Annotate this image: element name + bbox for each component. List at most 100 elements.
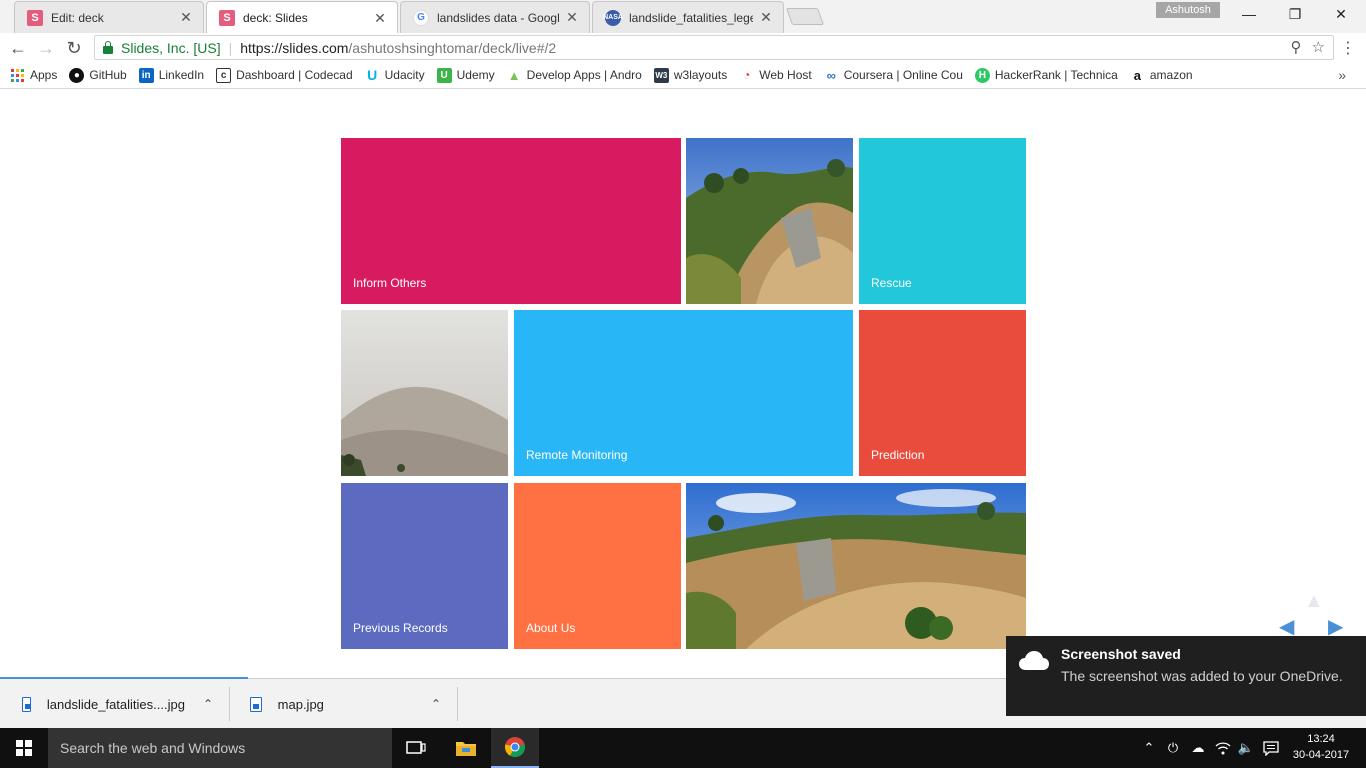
url-host: https://slides.com (240, 39, 349, 56)
bookmark-amazon[interactable]: a amazon (1130, 68, 1193, 83)
reload-icon[interactable]: ↻ (62, 36, 86, 60)
tile-inform-others[interactable]: Inform Others (341, 138, 681, 304)
tab-title: deck: Slides (243, 11, 308, 25)
linkedin-icon: in (138, 67, 154, 83)
star-icon[interactable]: ☆ (1312, 38, 1325, 56)
hackerrank-icon: H (974, 67, 990, 83)
system-clock[interactable]: 13:24 30-04-2017 (1290, 731, 1352, 763)
apps-grid-icon (10, 68, 25, 83)
tab-landslides-data[interactable]: G landslides data - Google ✕ (400, 1, 590, 33)
notification-body: The screenshot was added to your OneDriv… (1061, 668, 1343, 684)
bookmark-linkedin[interactable]: in LinkedIn (138, 67, 204, 83)
tile-remote-monitoring[interactable]: Remote Monitoring (514, 310, 853, 476)
bookmark-udacity[interactable]: U Udacity (365, 67, 425, 83)
bookmark-label: Coursera | Online Cou (843, 68, 963, 82)
onedrive-notification[interactable]: Screenshot saved The screenshot was adde… (1006, 636, 1366, 716)
bookmark-github[interactable]: ● GitHub (69, 67, 127, 83)
close-icon[interactable]: ✕ (565, 9, 579, 26)
close-icon[interactable]: ✕ (373, 10, 387, 27)
onedrive-sync-icon[interactable]: ☁ (1186, 728, 1210, 768)
landslide-wide-photo (686, 483, 1026, 649)
start-button[interactable] (0, 728, 48, 768)
minimize-icon[interactable]: — (1226, 0, 1272, 28)
file-explorer-icon[interactable] (442, 728, 490, 768)
chrome-icon[interactable] (491, 728, 539, 768)
tray-chevron-up-icon[interactable]: ⌃ (1140, 728, 1158, 768)
volume-icon[interactable]: 🔈 (1236, 728, 1256, 768)
wifi-icon[interactable] (1212, 728, 1234, 768)
google-icon: G (413, 9, 429, 26)
landslide-photo (686, 138, 853, 304)
download-item[interactable]: landslide_fatalities....jpg ⌃ (22, 687, 230, 721)
bookmark-webhost[interactable]: ◔ Web Host (739, 68, 812, 83)
secure-site-label: Slides, Inc. [US] (121, 39, 221, 56)
bookmark-label: Web Host (759, 68, 812, 82)
bookmark-codecademy[interactable]: c Dashboard | Codecad (216, 67, 353, 83)
download-progress-bar (0, 677, 248, 679)
restore-icon[interactable]: ❐ (1272, 0, 1318, 28)
tile-label: Previous Records (353, 621, 448, 635)
webhost-icon: ◔ (743, 68, 751, 82)
chevron-up-icon[interactable]: ⌃ (203, 697, 213, 711)
slides-icon: S (219, 10, 235, 26)
tile-rescue[interactable]: Rescue (859, 138, 1026, 304)
bookmark-apps[interactable]: Apps (10, 68, 57, 83)
amazon-icon: a (1133, 67, 1141, 83)
tile-label: Inform Others (353, 276, 427, 290)
tile-previous-records[interactable]: Previous Records (341, 483, 508, 649)
download-item[interactable]: map.jpg ⌃ (250, 687, 458, 721)
bookmark-coursera[interactable]: ∞ Coursera | Online Cou (824, 68, 963, 83)
new-tab-button[interactable] (785, 8, 825, 25)
tile-label: Rescue (871, 276, 912, 290)
bookmark-label: Udacity (384, 68, 425, 82)
browser-tab-strip: S Edit: deck ✕ S deck: Slides ✕ G landsl… (0, 0, 1366, 34)
close-window-icon[interactable]: ✕ (1318, 0, 1364, 28)
image-file-icon (22, 696, 31, 712)
bookmark-label: Apps (30, 68, 58, 82)
tile-prediction[interactable]: Prediction (859, 310, 1026, 476)
slides-icon: S (27, 9, 43, 26)
tab-edit-deck[interactable]: S Edit: deck ✕ (14, 1, 204, 33)
image-file-icon (250, 696, 262, 712)
android-icon: ▲ (507, 67, 521, 83)
back-arrow-icon[interactable]: ← (6, 36, 30, 60)
menu-kebab-icon[interactable]: ⋮ (1340, 38, 1356, 58)
cloud-icon (1019, 651, 1049, 670)
tile-about-us[interactable]: About Us (514, 483, 681, 649)
forward-arrow-icon[interactable]: → (34, 36, 58, 60)
taskbar-search[interactable]: Search the web and Windows (48, 728, 392, 768)
tile-label: Prediction (871, 448, 925, 462)
close-icon[interactable]: ✕ (759, 9, 773, 26)
chevron-up-icon[interactable]: ⌃ (431, 697, 441, 711)
task-view-icon[interactable] (392, 728, 440, 768)
address-bar[interactable]: Slides, Inc. [US] | https://slides.com /… (94, 35, 1334, 60)
tab-title: landslides data - Google (437, 10, 559, 25)
zoom-search-icon[interactable]: ⚲ (1291, 38, 1302, 56)
bookmark-android[interactable]: ▲ Develop Apps | Andro (507, 68, 642, 83)
address-divider: | (228, 39, 233, 56)
bookmark-label: HackerRank | Technica (994, 68, 1118, 82)
bookmark-w3layouts[interactable]: W3 w3layouts (653, 67, 728, 83)
coursera-icon: ∞ (826, 67, 836, 83)
bookmark-label: Dashboard | Codecad (236, 68, 353, 82)
slide-up-arrow-icon[interactable]: ▲ (1304, 590, 1324, 613)
windows-logo-icon (16, 740, 32, 756)
clock-time: 13:24 (1307, 733, 1335, 745)
action-center-icon[interactable] (1258, 728, 1284, 768)
bookmark-udemy[interactable]: U Udemy (436, 67, 495, 83)
profile-button[interactable]: Ashutosh (1156, 2, 1220, 18)
tab-landslide-fatalities[interactable]: NASA landslide_fatalities_legen ✕ (592, 1, 784, 33)
close-icon[interactable]: ✕ (179, 9, 193, 26)
download-filename: landslide_fatalities....jpg (46, 696, 185, 712)
tab-deck-slides[interactable]: S deck: Slides ✕ (206, 1, 398, 34)
chevron-double-right-icon[interactable]: » (1338, 67, 1346, 83)
bookmark-label: w3layouts (673, 68, 728, 82)
fog-mountain-photo (341, 310, 508, 476)
power-plug-icon[interactable]: ⏻ (1162, 728, 1184, 768)
bookmark-hackerrank[interactable]: H HackerRank | Technica (974, 67, 1118, 83)
bookmark-label: GitHub (89, 68, 127, 82)
tile-label: Remote Monitoring (526, 448, 628, 462)
clock-date: 30-04-2017 (1292, 749, 1350, 761)
download-filename: map.jpg (277, 696, 324, 712)
tab-title: Edit: deck (51, 10, 104, 25)
